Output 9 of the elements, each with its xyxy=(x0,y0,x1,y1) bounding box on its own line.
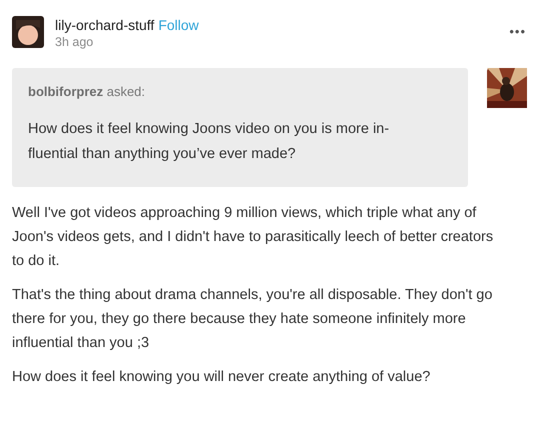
avatar-icon[interactable] xyxy=(12,16,44,48)
answer-paragraph: How does it feel knowing you will never create anything of value? xyxy=(12,368,432,387)
post-time: 3h ago xyxy=(55,34,94,51)
asker-line: bolbiforprez asked: xyxy=(28,84,146,99)
more-menu-button[interactable]: ••• xyxy=(509,24,526,39)
question-text: How does it feel knowing Joons video on you is more in- fluential than anything you’ve ever made? xyxy=(28,120,390,164)
answer-paragraph: That's the thing about drama channels, you're all disposable. They don't go there for you, they go there because they hate someone infinitely more influential than you ;3 xyxy=(12,286,494,353)
answer-paragraph: Well I've got videos approaching 9 million views, which triple what any of Joon's videos gets, and I didn't have to parasitically leech of better creators to do it. xyxy=(12,204,494,271)
author-name[interactable]: lily-orchard-stuff xyxy=(55,17,154,33)
